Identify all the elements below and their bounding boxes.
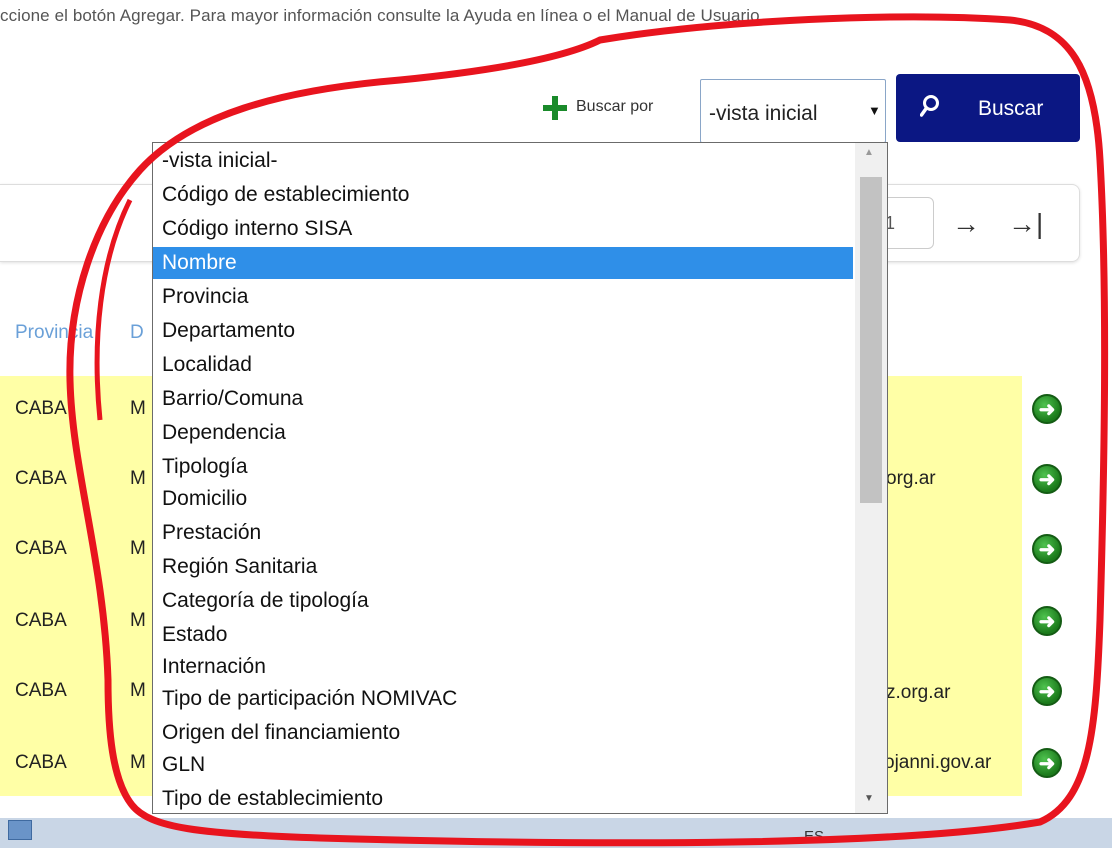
option-codigo-interno-sisa[interactable]: Código interno SISA xyxy=(153,213,853,245)
cell-dependency: M xyxy=(130,468,146,489)
option-vista-inicial[interactable]: -vista inicial- xyxy=(153,145,853,177)
search-by-select[interactable]: -vista inicial xyxy=(700,79,886,143)
cell-dependency: M xyxy=(130,398,146,419)
cell-provincia: CABA xyxy=(15,398,67,419)
scroll-up-icon[interactable]: ▲ xyxy=(864,147,874,158)
option-gln[interactable]: GLN xyxy=(153,749,853,781)
option-internacion[interactable]: Internación xyxy=(153,651,853,683)
go-icon[interactable]: ➜ xyxy=(1032,464,1062,494)
option-prestacion[interactable]: Prestación xyxy=(153,517,853,549)
option-origen-financiamiento[interactable]: Origen del financiamiento xyxy=(153,717,853,749)
last-page-icon[interactable]: →| xyxy=(1008,208,1043,240)
search-button[interactable]: Buscar xyxy=(896,74,1080,142)
cell-dependency: M xyxy=(130,610,146,631)
go-icon[interactable]: ➜ xyxy=(1032,606,1062,636)
option-region-sanitaria[interactable]: Región Sanitaria xyxy=(153,551,853,583)
option-categoria-tipologia[interactable]: Categoría de tipología xyxy=(153,585,853,617)
option-tipo-participacion-nomivac[interactable]: Tipo de participación NOMIVAC xyxy=(153,683,853,715)
option-departamento[interactable]: Departamento xyxy=(153,315,853,347)
scroll-down-icon[interactable]: ▼ xyxy=(864,793,874,804)
option-estado[interactable]: Estado xyxy=(153,619,853,651)
search-button-label: Buscar xyxy=(978,97,1044,120)
next-page-icon[interactable]: → xyxy=(952,208,980,240)
go-icon[interactable]: ➜ xyxy=(1032,676,1062,706)
scrollbar-thumb[interactable] xyxy=(860,177,882,503)
option-tipologia[interactable]: Tipología xyxy=(153,451,853,483)
cell-provincia: CABA xyxy=(15,610,67,631)
cell-provincia: CABA xyxy=(15,752,67,773)
option-localidad[interactable]: Localidad xyxy=(153,349,853,381)
language-indicator[interactable]: ES xyxy=(804,828,824,845)
search-by-options-list[interactable]: -vista inicial- Código de establecimient… xyxy=(152,142,888,814)
search-icon xyxy=(920,95,939,117)
cell-email: ojanni.gov.ar xyxy=(884,752,992,773)
chevron-down-icon[interactable]: ▼ xyxy=(868,103,881,118)
option-codigo-establecimiento[interactable]: Código de establecimiento xyxy=(153,179,853,211)
cell-provincia: CABA xyxy=(15,538,67,559)
go-icon[interactable]: ➜ xyxy=(1032,394,1062,424)
os-taskbar xyxy=(0,818,1112,848)
option-provincia[interactable]: Provincia xyxy=(153,281,853,313)
search-by-select-value: -vista inicial xyxy=(709,102,818,125)
cell-dependency: M xyxy=(130,538,146,559)
cell-provincia: CABA xyxy=(15,468,67,489)
column-header-provincia[interactable]: Provincia xyxy=(15,322,93,344)
info-text: ccione el botón Agregar. Para mayor info… xyxy=(0,6,765,25)
option-dependencia[interactable]: Dependencia xyxy=(153,417,853,449)
option-domicilio[interactable]: Domicilio xyxy=(153,483,853,515)
cell-dependency: M xyxy=(130,680,146,701)
option-barrio-comuna[interactable]: Barrio/Comuna xyxy=(153,383,853,415)
search-by-label: Buscar por xyxy=(576,98,654,115)
cell-email: z.org.ar xyxy=(886,682,951,703)
option-nombre[interactable]: Nombre xyxy=(153,247,853,279)
go-icon[interactable]: ➜ xyxy=(1032,748,1062,778)
cell-email: org.ar xyxy=(886,468,936,489)
taskbar-app-icon[interactable] xyxy=(8,820,32,840)
add-icon[interactable] xyxy=(542,95,568,121)
list-scrollbar[interactable]: ▲ ▼ xyxy=(855,143,887,813)
go-icon[interactable]: ➜ xyxy=(1032,534,1062,564)
column-header-d[interactable]: D xyxy=(130,322,144,344)
cell-provincia: CABA xyxy=(15,680,67,701)
cell-dependency: M xyxy=(130,752,146,773)
option-tipo-establecimiento[interactable]: Tipo de establecimiento xyxy=(153,783,853,813)
